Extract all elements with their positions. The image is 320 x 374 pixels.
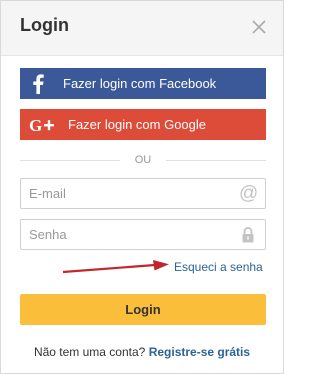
- lock-icon: [239, 226, 257, 244]
- login-modal: Login Fazer login com Facebook G Fazer l…: [0, 0, 284, 374]
- google-login-button[interactable]: G Fazer login com Google: [20, 109, 266, 140]
- email-field-wrapper: @: [20, 178, 266, 209]
- forgot-password-link[interactable]: Esqueci a senha: [174, 260, 263, 274]
- facebook-icon: [28, 68, 48, 99]
- password-field-wrapper: [20, 219, 266, 250]
- close-button[interactable]: [246, 14, 272, 40]
- login-button[interactable]: Login: [20, 294, 266, 325]
- svg-text:G: G: [29, 117, 42, 133]
- facebook-login-button[interactable]: Fazer login com Facebook: [20, 68, 266, 99]
- register-link[interactable]: Registre-se grátis: [149, 345, 250, 359]
- modal-header: Login: [1, 1, 283, 56]
- google-login-label: Fazer login com Google: [68, 117, 207, 132]
- facebook-login-label: Fazer login com Facebook: [63, 76, 217, 91]
- at-icon: @: [239, 183, 259, 204]
- email-field[interactable]: [21, 179, 239, 208]
- password-field[interactable]: [21, 220, 239, 249]
- close-icon: [252, 20, 266, 34]
- modal-title: Login: [20, 15, 69, 35]
- divider-line-right: [166, 160, 266, 161]
- google-plus-icon: G: [28, 109, 58, 140]
- register-prompt: Não tem uma conta? Registre-se grátis: [1, 345, 283, 359]
- register-question: Não tem uma conta?: [33, 345, 146, 359]
- or-divider: OU: [20, 153, 266, 167]
- arrow-annotation: [62, 260, 169, 274]
